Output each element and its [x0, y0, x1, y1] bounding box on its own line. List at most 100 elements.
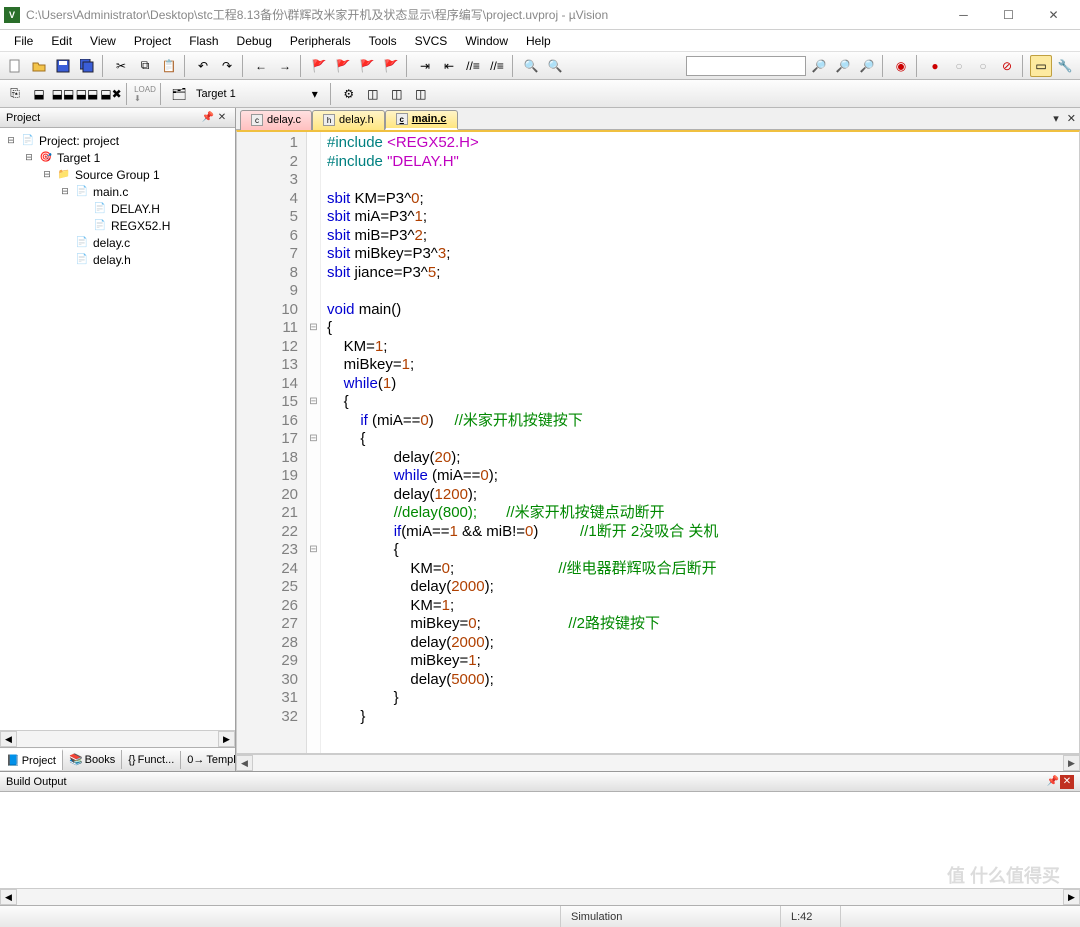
- tree-root[interactable]: ⊟📄Project: project: [2, 132, 233, 149]
- window-icon[interactable]: ▭: [1030, 55, 1052, 77]
- project-tab-functions[interactable]: {}Funct...: [122, 751, 181, 769]
- bp-enable-icon[interactable]: ○: [948, 55, 970, 77]
- batch-icon[interactable]: ⬓⬓: [76, 83, 98, 105]
- build-output-body[interactable]: [0, 792, 1080, 888]
- status-line: L:42: [780, 906, 840, 927]
- build-icon[interactable]: ⬓: [28, 83, 50, 105]
- tree-file-delayc[interactable]: 📄delay.c: [2, 234, 233, 251]
- find-infiles-icon[interactable]: 🔎: [856, 55, 878, 77]
- editor-tab-delay-h[interactable]: hdelay.h: [312, 110, 385, 130]
- uncomment-icon[interactable]: //≡: [486, 55, 508, 77]
- menu-view[interactable]: View: [82, 32, 124, 50]
- saveall-icon[interactable]: [76, 55, 98, 77]
- redo-icon[interactable]: ↷: [216, 55, 238, 77]
- debug-icon[interactable]: ◉: [890, 55, 912, 77]
- project-tab-books[interactable]: 📚Books: [63, 750, 122, 769]
- tree-group[interactable]: ⊟📁Source Group 1: [2, 166, 233, 183]
- indent-icon[interactable]: ⇥: [414, 55, 436, 77]
- new-icon[interactable]: [4, 55, 26, 77]
- watermark: 值 什么值得买: [947, 862, 1060, 888]
- tree-file-delayh[interactable]: 📄DELAY.H: [2, 200, 233, 217]
- code-text[interactable]: #include <REGX52.H>#include "DELAY.H" sb…: [321, 132, 1079, 753]
- statusbar: Simulation L:42: [0, 905, 1080, 927]
- menu-window[interactable]: Window: [457, 32, 516, 50]
- manage2-icon[interactable]: ◫: [386, 83, 408, 105]
- editor-hscroll[interactable]: ◀ ▶: [236, 754, 1080, 771]
- pin-icon[interactable]: 📌: [1046, 775, 1060, 789]
- tree-target[interactable]: ⊟🎯Target 1: [2, 149, 233, 166]
- manage-icon[interactable]: ◫: [362, 83, 384, 105]
- target-dropdown-icon[interactable]: ▾: [304, 83, 326, 105]
- open-icon[interactable]: [28, 55, 50, 77]
- menu-debug[interactable]: Debug: [229, 32, 280, 50]
- line-gutter: 1234567891011121314151617181920212223242…: [237, 132, 307, 753]
- configure-icon[interactable]: 🔧: [1054, 55, 1076, 77]
- find-icon[interactable]: 🔍: [544, 55, 566, 77]
- find-next-icon[interactable]: 🔎: [808, 55, 830, 77]
- project-pane: Project 📌 ✕ ⊟📄Project: project ⊟🎯Target …: [0, 108, 236, 771]
- editor-tab-main-c[interactable]: cmain.c: [385, 110, 458, 130]
- project-pane-header: Project 📌 ✕: [0, 108, 235, 128]
- outdent-icon[interactable]: ⇤: [438, 55, 460, 77]
- minimize-button[interactable]: ─: [941, 1, 986, 29]
- copy-icon[interactable]: ⧉: [134, 55, 156, 77]
- project-hscroll[interactable]: ◀ ▶: [0, 730, 235, 747]
- translate-icon[interactable]: ⎘: [4, 83, 26, 105]
- toolbar-build: ⎘ ⬓ ⬓⬓ ⬓⬓ ⬓✖ LOAD⬇ 🗂 Target 1 ▾ ⚙ ◫ ◫ ◫: [0, 80, 1080, 108]
- stop-build-icon[interactable]: ⬓✖: [100, 83, 122, 105]
- menu-tools[interactable]: Tools: [361, 32, 405, 50]
- tab-close-icon[interactable]: ✕: [1063, 112, 1080, 125]
- tree-file-regx52[interactable]: 📄REGX52.H: [2, 217, 233, 234]
- menu-flash[interactable]: Flash: [181, 32, 226, 50]
- menu-file[interactable]: File: [6, 32, 41, 50]
- maximize-button[interactable]: ☐: [986, 1, 1031, 29]
- scroll-right-icon[interactable]: ▶: [1063, 755, 1080, 771]
- paste-icon[interactable]: 📋: [158, 55, 180, 77]
- project-pane-title: Project: [6, 112, 40, 124]
- find-prev-icon[interactable]: 🔎: [832, 55, 854, 77]
- pin-icon[interactable]: 📌: [201, 111, 215, 125]
- bookmark-clear-icon[interactable]: 🚩: [380, 55, 402, 77]
- find-macro-icon[interactable]: 🔍: [520, 55, 542, 77]
- nav-back-icon[interactable]: ←: [250, 55, 272, 77]
- save-icon[interactable]: [52, 55, 74, 77]
- build-output-header: Build Output 📌 ✕: [0, 772, 1080, 792]
- tab-dropdown-icon[interactable]: ▾: [1049, 112, 1063, 125]
- menu-edit[interactable]: Edit: [43, 32, 80, 50]
- pane-close-icon[interactable]: ✕: [215, 111, 229, 125]
- nav-fwd-icon[interactable]: →: [274, 55, 296, 77]
- build-output-hscroll[interactable]: ◀ ▶: [0, 888, 1080, 905]
- cut-icon[interactable]: ✂: [110, 55, 132, 77]
- menu-svcs[interactable]: SVCS: [407, 32, 456, 50]
- download-icon[interactable]: LOAD⬇: [134, 83, 156, 105]
- file-icon: c: [251, 114, 263, 126]
- menu-peripherals[interactable]: Peripherals: [282, 32, 359, 50]
- find-field[interactable]: [686, 56, 806, 76]
- bp-disable-icon[interactable]: ○: [972, 55, 994, 77]
- scroll-left-icon[interactable]: ◀: [236, 755, 253, 771]
- menu-project[interactable]: Project: [126, 32, 179, 50]
- undo-icon[interactable]: ↶: [192, 55, 214, 77]
- tree-file-delayh2[interactable]: 📄delay.h: [2, 251, 233, 268]
- tree-file-main[interactable]: ⊟📄main.c: [2, 183, 233, 200]
- project-tab-project[interactable]: 📘Project: [0, 749, 63, 770]
- bookmark-prev-icon[interactable]: 🚩: [332, 55, 354, 77]
- code-editor[interactable]: 1234567891011121314151617181920212223242…: [236, 130, 1080, 754]
- bp-killall-icon[interactable]: ⊘: [996, 55, 1018, 77]
- options-icon[interactable]: ⚙: [338, 83, 360, 105]
- target-options-icon[interactable]: 🗂: [168, 83, 190, 105]
- rebuild-icon[interactable]: ⬓⬓: [52, 83, 74, 105]
- build-output-pane: Build Output 📌 ✕ ◀ ▶: [0, 771, 1080, 905]
- comment-icon[interactable]: //≡: [462, 55, 484, 77]
- bp-insert-icon[interactable]: ●: [924, 55, 946, 77]
- menu-help[interactable]: Help: [518, 32, 559, 50]
- pane-close-icon[interactable]: ✕: [1060, 775, 1074, 789]
- bookmark-icon[interactable]: 🚩: [308, 55, 330, 77]
- editor-tab-delay-c[interactable]: cdelay.c: [240, 110, 312, 130]
- fold-column[interactable]: ⊟ ⊟ ⊟ ⊟: [307, 132, 321, 753]
- menubar: FileEditViewProjectFlashDebugPeripherals…: [0, 30, 1080, 52]
- close-button[interactable]: ✕: [1031, 1, 1076, 29]
- project-tree[interactable]: ⊟📄Project: project ⊟🎯Target 1 ⊟📁Source G…: [0, 128, 235, 730]
- manage3-icon[interactable]: ◫: [410, 83, 432, 105]
- bookmark-next-icon[interactable]: 🚩: [356, 55, 378, 77]
